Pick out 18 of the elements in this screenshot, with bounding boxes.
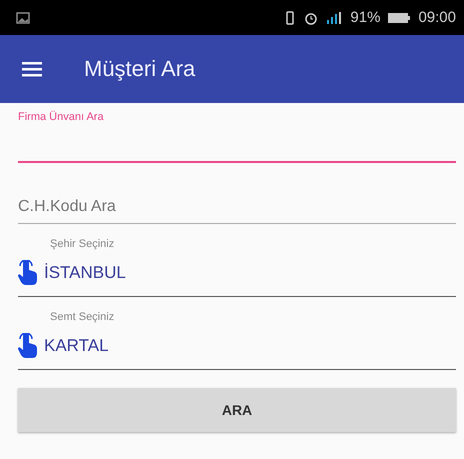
image-icon xyxy=(16,12,30,24)
alarm-icon xyxy=(304,10,318,24)
menu-icon[interactable] xyxy=(22,61,42,77)
signal-icon xyxy=(326,10,342,24)
hand-pointer-icon xyxy=(18,260,38,286)
hand-pointer-icon xyxy=(18,333,38,359)
screen-title: Müşteri Ara xyxy=(84,56,196,82)
search-button[interactable]: ARA xyxy=(18,388,456,432)
input-field[interactable]: C.H.Kodu Ara xyxy=(18,191,456,224)
battery-icon xyxy=(388,12,410,22)
dropdown-field[interactable]: İSTANBUL xyxy=(18,250,456,297)
field-label: Firma Ünvanı Ara xyxy=(18,111,105,123)
vibrate-icon xyxy=(284,10,296,24)
clock-time: 09:00 xyxy=(418,9,456,26)
picker-label: Şehir Seçiniz xyxy=(50,238,116,250)
dropdown-field[interactable]: KARTAL xyxy=(18,323,456,370)
picker-label: Semt Seçiniz xyxy=(50,311,116,323)
battery-percent: 91% xyxy=(350,9,380,26)
